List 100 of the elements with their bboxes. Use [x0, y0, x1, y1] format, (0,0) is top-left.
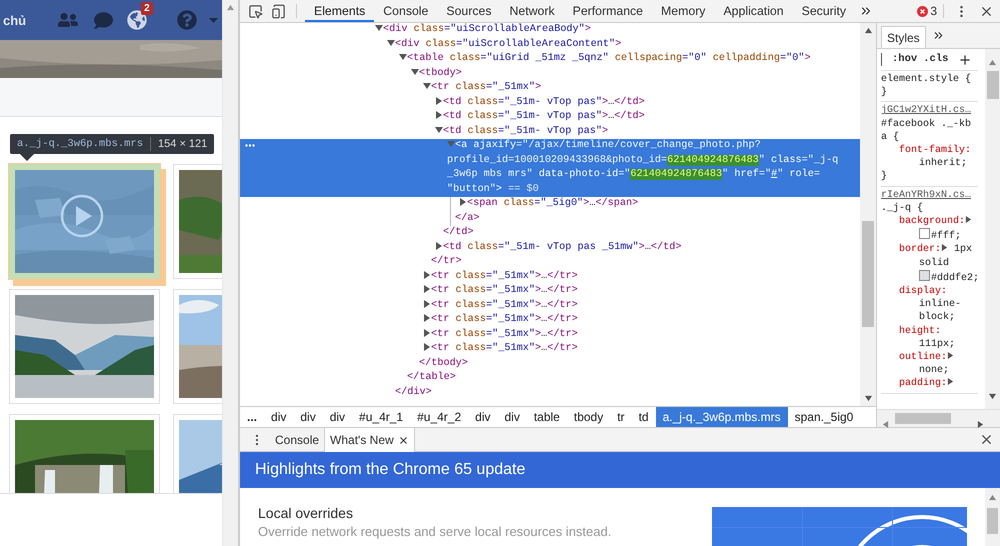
css-declaration[interactable]: display: inline-block; [881, 285, 978, 325]
caret-right-icon[interactable] [423, 328, 431, 336]
close-drawer-icon[interactable] [979, 432, 994, 447]
scrollbar-thumb[interactable] [862, 221, 874, 327]
device-toolbar-icon[interactable] [271, 4, 286, 18]
css-declaration[interactable]: background: #fff; [881, 215, 978, 244]
dom-node[interactable]: <span class="_5ig0">…</span> [459, 197, 638, 212]
panel-tab[interactable]: Performance [564, 0, 652, 22]
expand-arrow-icon[interactable] [965, 216, 972, 224]
panel-tab[interactable]: Styles [881, 26, 926, 48]
dom-node[interactable]: <td class="_51m- vTop pas"> [435, 124, 608, 139]
class-toggle[interactable]: .cls [923, 52, 948, 66]
panel-tab[interactable]: Elements [305, 0, 374, 22]
error-icon[interactable] [917, 6, 928, 16]
dom-node[interactable]: <td class="_51m- vTop pas _51mw">…</td> [435, 240, 682, 255]
drawer-tab[interactable]: What's New [324, 428, 415, 452]
panel-tab[interactable]: Memory [652, 0, 714, 22]
dom-node[interactable]: <div class="uiScrollableAreaBody"> [375, 23, 591, 38]
closing-tag[interactable]: </div> [395, 386, 432, 400]
breadcrumb[interactable]: span._5ig0 [788, 407, 860, 427]
color-swatch[interactable] [919, 270, 930, 281]
globe-icon[interactable] [127, 10, 148, 30]
css-declaration[interactable]: border: 1px solid #dddfe2; [881, 243, 978, 286]
breadcrumb[interactable]: tr [610, 407, 632, 427]
breadcrumb[interactable]: div [497, 407, 527, 427]
closing-tag[interactable]: </tbody> [419, 356, 468, 371]
dom-node[interactable]: <tr class="_51mx">…</tr> [423, 284, 578, 298]
caret-down-icon[interactable] [435, 126, 443, 134]
css-declaration[interactable]: height: 111px; [881, 324, 978, 352]
panel-tab[interactable]: Console [374, 0, 438, 22]
dom-node[interactable]: <tr class="_51mx">…</tr> [423, 270, 578, 284]
closing-tag[interactable]: </table> [407, 371, 456, 386]
caret-down-icon[interactable] [387, 38, 395, 46]
breadcrumb[interactable]: tbody [566, 407, 610, 427]
breadcrumb[interactable]: #u_4r_1 [352, 407, 410, 427]
ellipsis-icon[interactable] [245, 144, 255, 147]
inspect-icon[interactable] [248, 4, 263, 18]
dom-node[interactable]: <tr class="_51mx">…</tr> [423, 342, 578, 356]
color-swatch[interactable] [919, 228, 930, 240]
dom-node[interactable]: <div class="uiScrollableAreaContent"> [387, 38, 622, 52]
dom-node[interactable]: <td class="_51m- vTop pas">…</td> [435, 96, 645, 110]
more-tabs-icon[interactable] [932, 29, 945, 42]
dom-node[interactable]: <tr class="_51mx"> [423, 81, 542, 96]
stylesheet-link[interactable]: rIeAnYRh9xN.cs… [881, 188, 978, 202]
dom-node[interactable]: <tr class="_51mx">…</tr> [423, 313, 578, 328]
expand-arrow-icon[interactable] [947, 378, 954, 386]
caret-right-icon[interactable] [423, 314, 431, 322]
closing-tag[interactable]: </a> [455, 212, 480, 226]
dom-node[interactable]: <td class="_51m- vTop pas">…</td> [435, 110, 645, 124]
panel-tab[interactable]: Sources [437, 0, 501, 22]
breadcrumb[interactable]: div [468, 407, 498, 427]
hover-state-toggle[interactable]: :hov [892, 52, 918, 66]
scroll-down-icon[interactable] [989, 393, 996, 400]
expand-arrow-icon[interactable] [941, 244, 948, 252]
caret-right-icon[interactable] [423, 270, 431, 278]
dom-node[interactable]: <tr class="_51mx">…</tr> [423, 328, 578, 342]
scroll-down-icon[interactable] [864, 395, 872, 402]
nav-link[interactable]: chủ [3, 12, 26, 28]
stylesheet-link[interactable]: jGC1w2YXitH.cs… [881, 104, 978, 118]
breadcrumb[interactable]: div [293, 407, 323, 427]
css-declaration[interactable]: padding: [881, 377, 978, 391]
breadcrumb[interactable]: td [632, 407, 656, 427]
breadcrumb[interactable]: a._j-q._3w6p.mbs.mrs [656, 407, 788, 427]
caret-right-icon[interactable] [435, 242, 443, 250]
scroll-up-icon[interactable] [864, 27, 872, 34]
close-tab-icon[interactable] [398, 434, 409, 446]
drawer-tab[interactable]: Console [270, 428, 324, 451]
caret-down-icon[interactable] [423, 82, 431, 90]
caret-right-icon[interactable] [423, 285, 431, 293]
caret-right-icon[interactable] [435, 96, 443, 104]
breadcrumb[interactable]: div [322, 407, 352, 427]
panel-tab[interactable]: Security [792, 0, 856, 22]
add-rule-icon[interactable] [958, 52, 972, 66]
caret-down-icon[interactable] [411, 68, 419, 76]
dom-node[interactable]: <a ajaxify="/ajax/timeline/cover_change_photo.php? profile_id=100010209433968&photo_id=621404924876483" class="_j-q _3w6p mbs mrs" data-photo-id="621404924876483" href="#" role= "button"> == $0 [447, 139, 838, 197]
scrollbar-thumb[interactable] [987, 508, 998, 534]
breadcrumb[interactable]: div [264, 407, 294, 427]
caret-right-icon[interactable] [423, 343, 431, 351]
panel-tab[interactable]: Network [500, 0, 564, 22]
panel-tab[interactable]: Application [714, 0, 793, 22]
css-declaration[interactable]: outline: none; [881, 351, 978, 378]
caret-down-icon[interactable] [399, 53, 407, 61]
dom-node[interactable]: <table class="uiGrid _51mz _5qnz" cellspacing="0" cellpadding="0"> [399, 52, 811, 66]
breadcrumb[interactable]: #u_4r_2 [410, 407, 468, 427]
closing-tag[interactable]: </td> [443, 226, 474, 240]
dom-node[interactable]: <tbody> [411, 66, 462, 81]
breadcrumb[interactable]: table [526, 407, 567, 427]
closing-tag[interactable]: </tr> [431, 255, 462, 270]
breadcrumb[interactable]: ... [240, 407, 264, 427]
css-declaration[interactable]: font-family: inherit; [881, 144, 978, 170]
feature-description: Override network requests and serve local resources instead. [258, 524, 612, 539]
error-count[interactable]: 3 [930, 4, 937, 18]
scrollbar-thumb[interactable] [987, 71, 1000, 99]
scroll-up-icon[interactable] [989, 494, 996, 501]
scroll-up-icon[interactable] [989, 59, 996, 66]
caret-right-icon[interactable] [423, 300, 431, 308]
expand-arrow-icon[interactable] [947, 352, 954, 360]
scrollbar-thumb[interactable] [895, 413, 951, 424]
dom-node[interactable]: <tr class="_51mx">…</tr> [423, 298, 578, 313]
caret-right-icon[interactable] [435, 111, 443, 119]
